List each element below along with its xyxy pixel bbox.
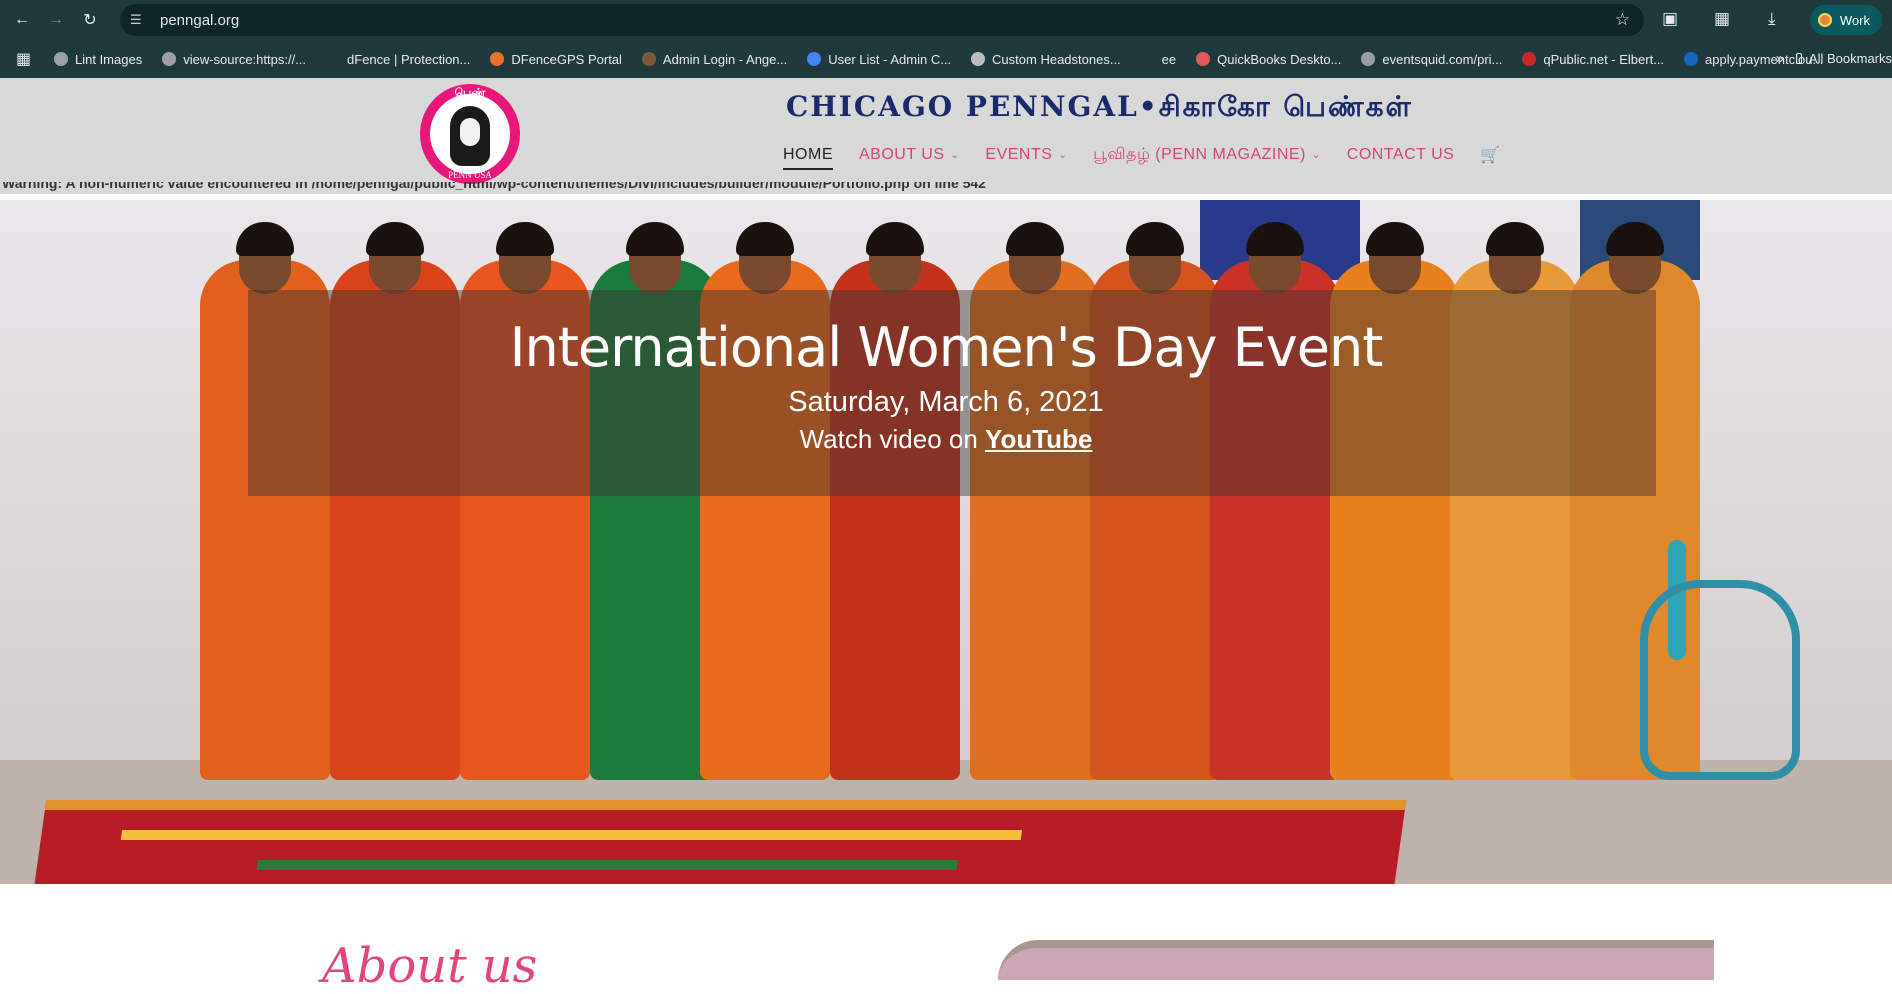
extensions-icon[interactable]: ▣ [1662,9,1678,29]
bookmark-label: Admin Login - Ange... [662,51,788,67]
person-hair [236,222,294,256]
more-bookmarks-icon[interactable]: » [1776,50,1784,67]
menu-item-label: ABOUT US [859,146,945,163]
hero-watch-prefix: Watch video on [799,424,986,454]
menu-item-label: HOME [783,146,833,163]
bookmark-favicon-icon [807,52,822,66]
bookmark-item[interactable]: Lint Images [54,52,142,67]
logo-portrait [430,94,510,174]
menu-item-label: CONTACT US [1346,146,1455,163]
bookmark-label: view-source:https://... [183,51,307,67]
bookmark-favicon-icon [641,52,656,66]
forward-icon[interactable]: → [44,8,68,32]
bookmark-label: eventsquid.com/pri... [1382,51,1503,67]
site-title: CHICAGO PENNGAL•சிகாகோ பெண்கள் [786,90,1413,123]
person-hair [1486,222,1544,256]
hero-date: Saturday, March 6, 2021 [788,386,1104,418]
youtube-link[interactable]: YouTube [985,424,1092,454]
rug-pattern [256,860,958,870]
apps-grid-icon[interactable]: ▦ [16,49,40,69]
bookmark-item[interactable]: ee [1140,51,1177,67]
rug [33,800,1407,884]
reload-icon[interactable]: ↻ [78,8,102,32]
profile-label: Work [1839,12,1870,28]
menu-item[interactable]: EVENTS ⌄ [985,146,1067,164]
person-hair [736,222,794,256]
bookmark-favicon-icon [490,52,505,66]
bookmark-item[interactable]: eventsquid.com/pri... [1361,52,1502,67]
logo-bottom-text: PENN USA [448,170,492,180]
person-hair [626,222,684,256]
address-bar[interactable]: ☰ penngal.org ☆ [120,4,1644,36]
bookmark-star-icon[interactable]: ☆ [1615,10,1630,30]
person-hair [496,222,554,256]
menu-item[interactable]: ABOUT US ⌄ [859,146,959,164]
bookmark-item[interactable]: User List - Admin C... [807,52,951,67]
bookmark-item[interactable]: Custom Headstones... [971,52,1121,67]
bookmark-favicon-icon [54,52,68,66]
bookmark-item[interactable]: view-source:https://... [162,52,306,67]
bookmark-label: ee [1161,51,1177,67]
bookmark-label: dFence | Protection... [347,51,471,67]
bookmark-favicon-icon [1522,52,1537,66]
person-hair [1366,222,1424,256]
bookmark-favicon-icon [1361,52,1376,66]
php-warning-text: Warning: A non-numeric value encountered… [2,182,986,191]
bookmark-label: Custom Headstones... [992,51,1121,67]
main-menu: HOME ABOUT US ⌄ EVENTS ⌄ பூவிதழ் (PENN MAGAZI… [783,140,1501,170]
hero-watch-line: Watch video on YouTube [0,424,1892,455]
menu-item[interactable]: CONTACT US [1347,146,1455,164]
bookmark-favicon-icon [326,52,341,66]
bookmark-label: Lint Images [75,51,143,67]
menu-item[interactable]: பூவிதழ் (PENN MAGAZINE) ⌄ [1093,145,1320,165]
bookmark-item[interactable]: dFence | Protection... [326,52,470,67]
bookmark-favicon-icon [162,52,177,66]
bookmark-label: DFenceGPS Portal [511,51,622,67]
bookmark-item[interactable]: qPublic.net - Elbert... [1522,52,1664,67]
chevron-down-icon: ⌄ [950,149,960,161]
bookmark-item[interactable]: Admin Login - Ange... [641,51,788,67]
profile-avatar-icon [1817,13,1832,27]
bookmark-label: QuickBooks Deskto... [1217,51,1342,67]
person-hair [366,222,424,256]
profile-button[interactable]: Work [1809,5,1882,35]
site-info-icon[interactable]: ☰ [130,12,160,28]
bookmark-favicon-icon [1684,52,1699,66]
person-hair [1126,222,1184,256]
cart-icon[interactable]: 🛒 [1480,145,1500,165]
site-logo[interactable]: பெண் PENN USA [420,84,520,184]
folder-icon [1796,53,1802,64]
bookmark-favicon-icon [971,52,986,66]
all-bookmarks-folder[interactable]: All Bookmarks [1796,51,1892,66]
logo-top-text: பெண் [454,87,486,99]
peacock-statue [1640,580,1800,780]
bookmark-favicon-icon [1140,52,1155,66]
menu-item-label: EVENTS [985,146,1053,163]
browser-toolbar: ← → ↻ ☰ penngal.org ☆ ▣ ▦ ⤓ Work [0,0,1892,40]
rug-pattern [120,830,1023,840]
download-icon[interactable]: ⤓ [1768,9,1776,29]
bookmark-favicon-icon [1196,52,1211,66]
menu-item[interactable]: HOME [783,146,833,170]
hero-title: International Women's Day Event [509,316,1384,379]
person-hair [1006,222,1064,256]
about-heading: About us [322,938,538,994]
back-icon[interactable]: ← [10,8,34,32]
logo-face-shape [460,118,480,146]
bookmark-item[interactable]: DFenceGPS Portal [490,52,622,67]
bookmark-list: Lint Images view-source:https://... dFence… [54,52,1843,67]
tab-search-icon[interactable]: ▦ [1714,9,1730,29]
menu-item-label: பூவிதழ் (PENN MAGAZINE) [1093,146,1306,163]
bookmark-label: qPublic.net - Elbert... [1543,51,1665,67]
bookmark-label: User List - Admin C... [828,51,952,67]
chevron-down-icon: ⌄ [1311,149,1321,161]
person-hair [866,222,924,256]
bookmark-item[interactable]: QuickBooks Deskto... [1196,52,1341,67]
bookmarks-bar: ▦ Lint Images view-source:https://... dFen… [0,40,1892,78]
url-text[interactable]: penngal.org [160,12,239,29]
about-image [998,940,1714,980]
all-bookmarks-label: All Bookmarks [1808,51,1892,66]
chevron-down-icon: ⌄ [1058,149,1068,161]
